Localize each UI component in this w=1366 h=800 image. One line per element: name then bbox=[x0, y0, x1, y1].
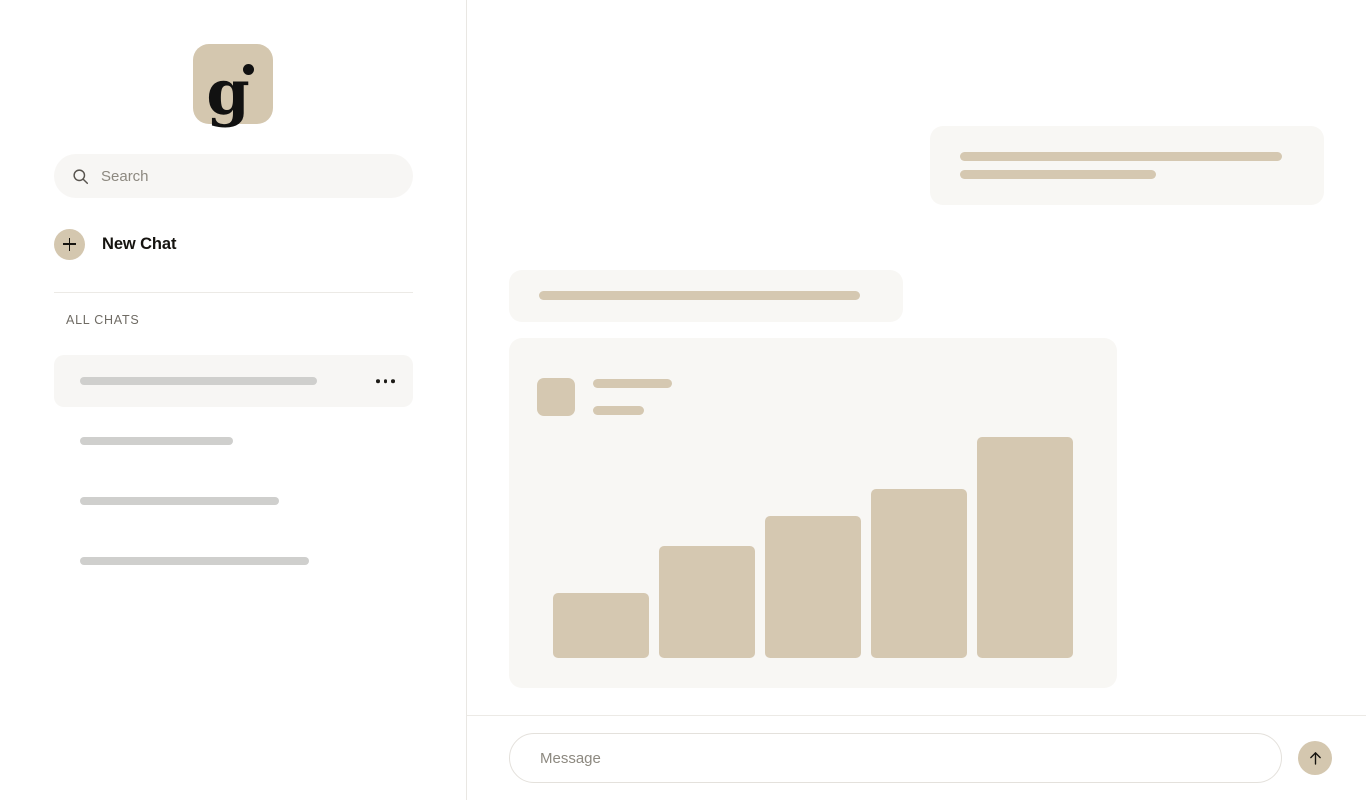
chat-list bbox=[54, 355, 413, 587]
chat-title-placeholder bbox=[80, 437, 233, 445]
sidebar: g New Chat ALL CHATS bbox=[0, 0, 467, 800]
message-input[interactable] bbox=[509, 733, 1282, 783]
chart-bar bbox=[871, 489, 967, 658]
chat-title-placeholder bbox=[80, 377, 317, 385]
assistant-message-bubble bbox=[509, 270, 903, 322]
chart-bar bbox=[977, 437, 1073, 658]
new-chat-label: New Chat bbox=[102, 234, 177, 253]
chat-title-placeholder bbox=[80, 557, 309, 565]
chart-card-title-placeholders bbox=[593, 379, 672, 415]
new-chat-button[interactable]: New Chat bbox=[54, 225, 413, 263]
search-icon bbox=[73, 168, 89, 184]
logo-container: g bbox=[0, 0, 466, 124]
card-subtitle-placeholder bbox=[593, 406, 644, 415]
search-box[interactable] bbox=[54, 154, 413, 198]
list-item[interactable] bbox=[54, 535, 413, 587]
chart-bar bbox=[765, 516, 861, 658]
all-chats-heading: ALL CHATS bbox=[66, 313, 140, 327]
list-item[interactable] bbox=[54, 415, 413, 467]
chart-bar bbox=[659, 546, 755, 658]
list-item[interactable] bbox=[54, 355, 413, 407]
user-message-bubble bbox=[930, 126, 1324, 205]
sidebar-divider bbox=[54, 292, 413, 293]
bar-chart bbox=[509, 433, 1117, 658]
more-horizontal-icon[interactable] bbox=[376, 379, 395, 383]
send-button[interactable] bbox=[1298, 741, 1332, 775]
brand-dot-icon bbox=[243, 64, 254, 75]
brand-g-logo-icon[interactable]: g bbox=[193, 44, 273, 124]
message-thread bbox=[467, 0, 1366, 715]
chart-card bbox=[509, 338, 1117, 688]
arrow-up-icon bbox=[1309, 751, 1321, 765]
message-text-placeholder bbox=[539, 291, 860, 300]
plus-icon bbox=[54, 228, 85, 260]
app-root: g New Chat ALL CHATS bbox=[0, 0, 1366, 800]
card-title-placeholder bbox=[593, 379, 672, 388]
list-item[interactable] bbox=[54, 475, 413, 527]
avatar-placeholder-icon bbox=[537, 378, 575, 416]
main-panel bbox=[467, 0, 1366, 800]
search-input[interactable] bbox=[101, 154, 395, 198]
chart-card-header bbox=[509, 338, 1117, 416]
message-text-placeholder bbox=[960, 152, 1282, 161]
message-text-placeholder bbox=[960, 170, 1156, 179]
chat-title-placeholder bbox=[80, 497, 279, 505]
chart-bar bbox=[553, 593, 649, 658]
message-composer bbox=[467, 715, 1366, 800]
